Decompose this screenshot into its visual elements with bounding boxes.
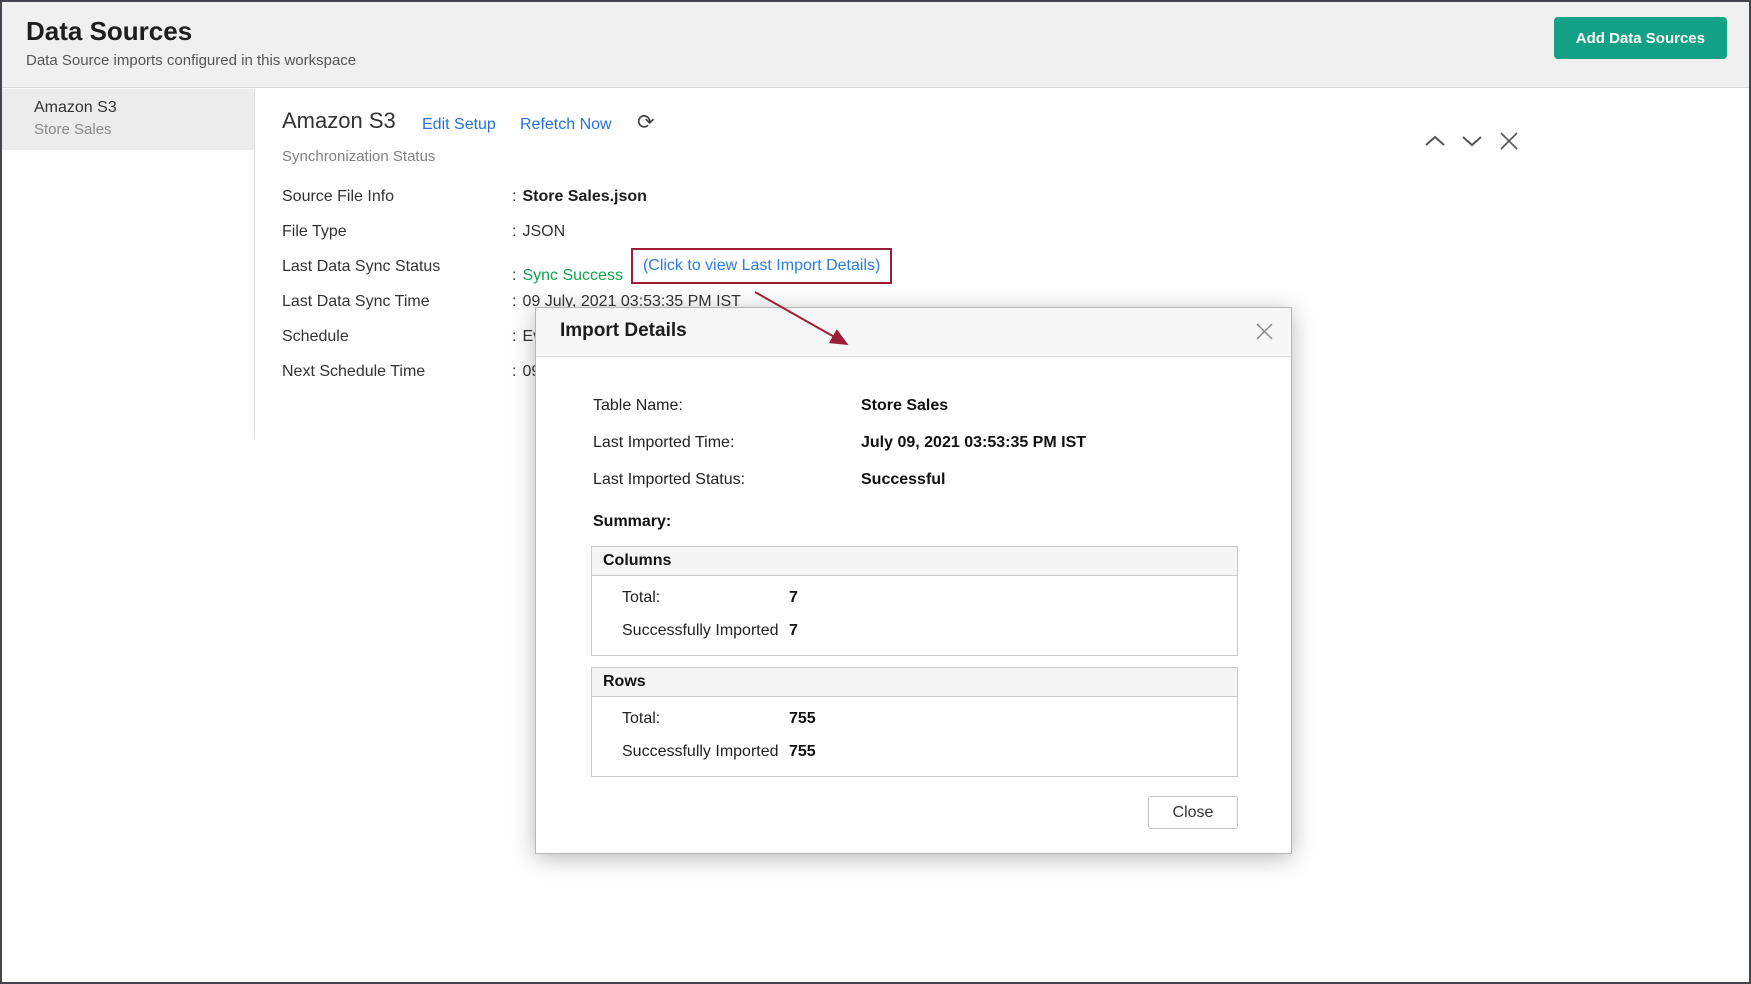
annotation-highlight-box: (Click to view Last Import Details) [631,248,892,284]
sidebar-divider [254,89,255,439]
row-label: Schedule [282,328,512,346]
data-sources-page: Data Sources Data Source imports configu… [0,0,1751,984]
rows-summary-box: Rows Total: 755 Successfully Imported 75… [591,667,1238,777]
sidebar-item-amazon-s3[interactable]: Amazon S3 Store Sales [2,89,254,150]
datasource-title: Amazon S3 [282,108,396,134]
field-last-imported-time: Last Imported Time: July 09, 2021 03:53:… [593,433,1086,453]
page-header: Data Sources Data Source imports configu… [2,2,1749,88]
sidebar-item-sub: Store Sales [34,121,254,138]
modal-header: Import Details [536,308,1291,357]
columns-box-title: Columns [592,547,1237,576]
view-last-import-details-link[interactable]: (Click to view Last Import Details) [643,257,880,274]
columns-total-row: Total: 7 [622,588,1237,608]
refresh-icon[interactable]: ⟳ [637,110,655,135]
rows-box-title: Rows [592,668,1237,697]
columns-imported-row: Successfully Imported 7 [622,621,1237,641]
chevron-up-icon[interactable] [1424,134,1446,148]
modal-title: Import Details [560,320,687,342]
row-label: Last Data Sync Status [282,258,512,276]
refetch-now-link[interactable]: Refetch Now [520,116,612,134]
sidebar: Amazon S3 Store Sales [2,89,254,982]
sidebar-item-name: Amazon S3 [34,99,254,117]
row-label: Source File Info [282,188,512,206]
page-title: Data Sources [26,16,192,47]
rows-total-row: Total: 755 [622,709,1237,729]
add-data-sources-button[interactable]: Add Data Sources [1554,17,1727,59]
modal-fields: Table Name: Store Sales Last Imported Ti… [593,396,1086,507]
edit-setup-link[interactable]: Edit Setup [422,116,496,134]
rows-imported-row: Successfully Imported 755 [622,742,1237,762]
columns-summary-box: Columns Total: 7 Successfully Imported 7 [591,546,1238,656]
detail-row-source-file: Source File Info :Store Sales.json [282,188,892,223]
annotation-arrow [747,288,862,354]
field-table-name: Table Name: Store Sales [593,396,1086,416]
row-label: File Type [282,223,512,241]
sync-status-label: Synchronization Status [282,148,435,165]
row-value: JSON [522,223,565,240]
page-subtitle: Data Source imports configured in this w… [26,52,356,69]
row-value: Store Sales.json [522,188,647,205]
summary-label: Summary: [593,513,671,531]
modal-close-button[interactable]: Close [1148,796,1238,829]
chevron-down-icon[interactable] [1461,134,1483,148]
close-panel-icon[interactable] [1498,130,1520,152]
panel-controls [1424,130,1520,152]
row-label: Next Schedule Time [282,363,512,381]
modal-close-icon[interactable] [1254,321,1275,347]
sync-success-status: Sync Success [522,267,622,284]
row-label: Last Data Sync Time [282,293,512,311]
import-details-modal: Import Details Table Name: Store Sales L… [535,307,1292,854]
field-last-imported-status: Last Imported Status: Successful [593,470,1086,490]
